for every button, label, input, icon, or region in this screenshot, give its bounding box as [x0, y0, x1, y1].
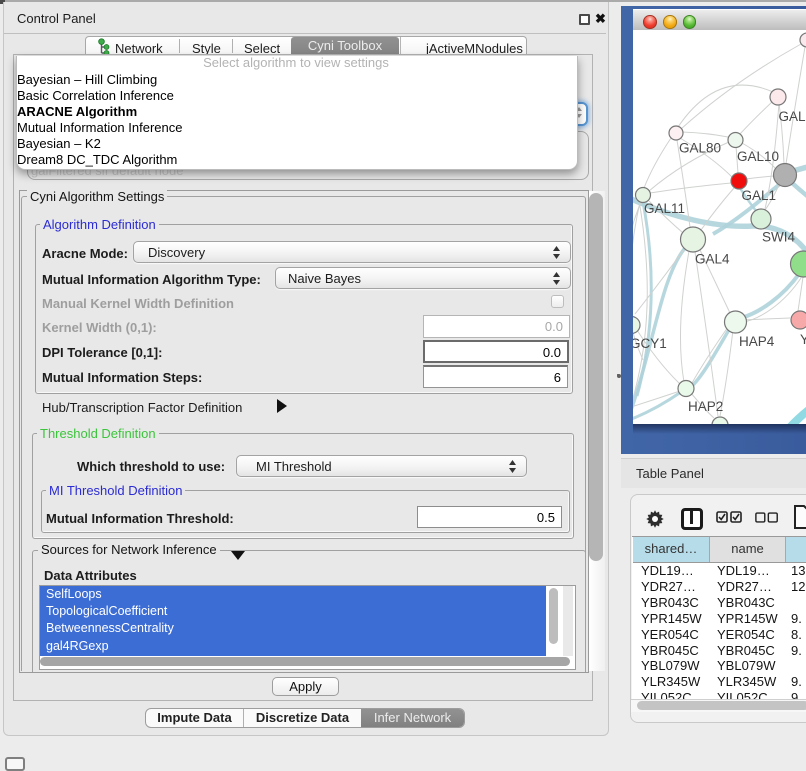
svg-text:GAL80: GAL80: [679, 141, 721, 156]
svg-text:HAP2: HAP2: [688, 399, 723, 414]
svg-text:GAL4: GAL4: [695, 252, 730, 267]
svg-text:GAL: GAL: [779, 109, 806, 124]
svg-text:Y: Y: [800, 332, 806, 347]
svg-text:GAL10: GAL10: [737, 149, 779, 164]
svg-text:GCY1: GCY1: [633, 336, 667, 351]
svg-text:GAL1: GAL1: [742, 188, 777, 203]
svg-text:SWI4: SWI4: [762, 230, 795, 245]
svg-text:GAL11: GAL11: [644, 201, 685, 216]
svg-text:HAP4: HAP4: [739, 334, 775, 349]
